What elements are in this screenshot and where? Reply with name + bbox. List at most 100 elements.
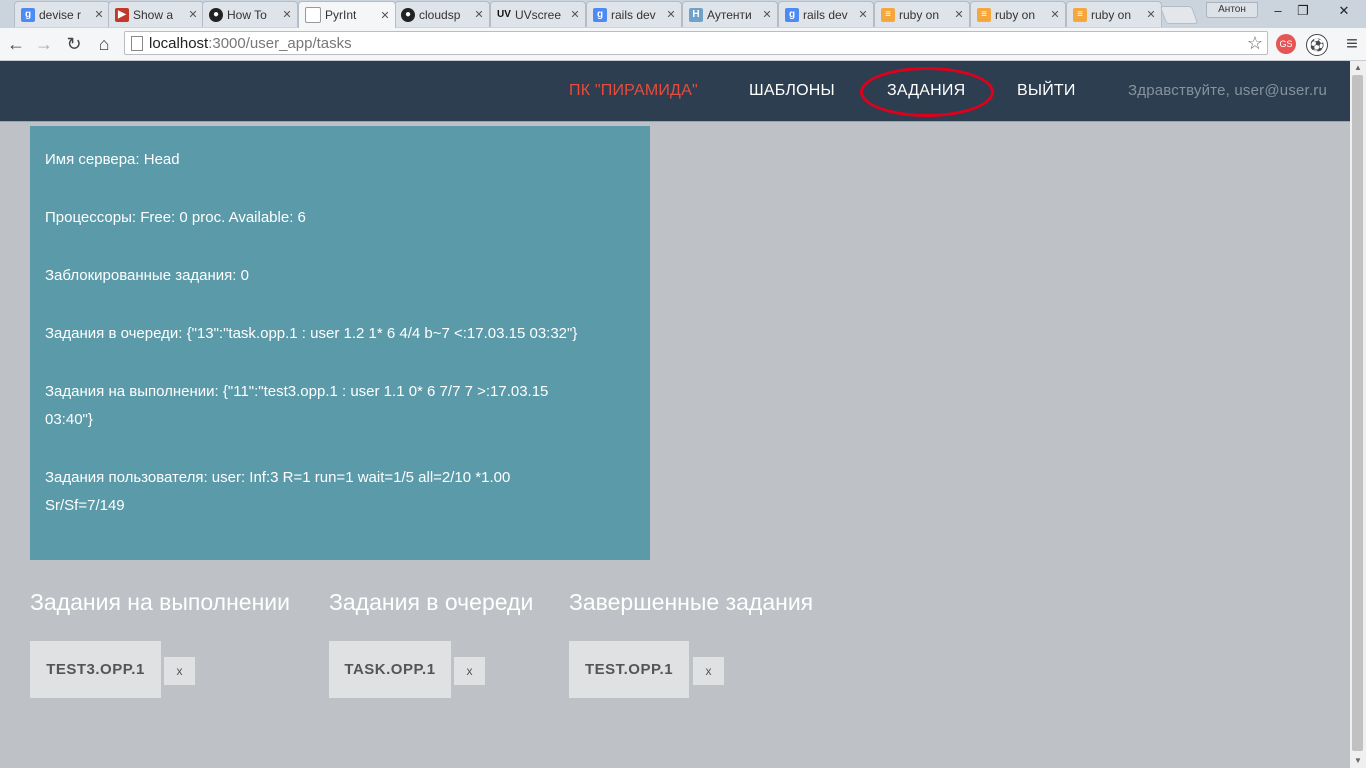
new-tab-button[interactable] [1159,6,1199,24]
browser-tab[interactable]: UV UVscree ✕ [490,1,586,27]
queued-tasks-title: Задания в очереди [329,589,534,615]
browser-tab[interactable]: ● How To ✕ [202,1,298,27]
google-icon: g [785,7,799,22]
tab-label: devise r [39,7,82,22]
browser-tab[interactable]: g rails dev ✕ [778,1,874,27]
close-icon[interactable]: ✕ [665,8,677,21]
browser-tab[interactable]: ≡ ruby on ✕ [970,1,1066,27]
close-icon[interactable]: ✕ [953,8,965,21]
blocked-row: Заблокированные задания: 0 [45,262,635,290]
scroll-down-icon[interactable]: ▼ [1354,756,1362,765]
forward-icon[interactable]: → [32,32,56,56]
restore-icon[interactable]: ❐ [1291,2,1315,20]
done-tasks-title: Завершенные задания [569,589,814,615]
tab-label: ruby on [995,7,1036,22]
queued-row: Задания в очереди: {"13":"task.opp.1 : u… [45,320,635,348]
stackoverflow-icon: ≡ [881,7,895,22]
address-bar[interactable]: localhost:3000/user_app/tasks ☆ [124,31,1268,55]
github-icon: ● [401,7,415,22]
running-task-button[interactable]: TEST3.OPP.1 [30,641,161,698]
browser-tab[interactable]: ≡ ruby on ✕ [874,1,970,27]
url-path: :3000/user_app/tasks [208,35,352,52]
extension-icon[interactable]: GS [1276,34,1296,54]
user-tasks-label: Задания пользователя: [45,469,208,486]
cpu-label: Процессоры: [45,209,137,226]
running-task-remove-button[interactable]: x [164,657,195,685]
menu-icon[interactable]: ≡ [1340,32,1364,56]
close-icon[interactable]: ✕ [281,8,293,21]
tab-label: How To [227,7,267,22]
back-icon[interactable]: ← [4,32,28,56]
url-text[interactable]: localhost:3000/user_app/tasks [149,35,352,52]
youtube-icon: ▶ [115,7,129,22]
user-tasks-row: Задания пользователя: user: Inf:3 R=1 ru… [45,464,565,520]
close-icon[interactable]: ✕ [1145,8,1157,21]
done-task-button[interactable]: TEST.OPP.1 [569,641,689,698]
running-tasks-title: Задания на выполнении [30,589,290,615]
close-icon[interactable]: ✕ [569,8,581,21]
profile-badge[interactable]: Антон [1206,2,1258,18]
google-icon: g [593,7,607,22]
close-window-icon[interactable]: ✕ [1326,2,1362,20]
google-icon: g [21,7,35,22]
browser-tabstrip: g devise r ✕ ▶ Show a ✕ ● How To ✕ PyrIn… [0,0,1366,28]
minimize-icon[interactable]: – [1266,2,1290,20]
nav-logout[interactable]: ВЫЙТИ [1017,61,1076,121]
queued-task-remove-button[interactable]: x [454,657,485,685]
browser-tab[interactable]: ≡ ruby on ✕ [1066,1,1162,27]
close-icon[interactable]: ✕ [473,8,485,21]
github-icon: ● [209,7,223,22]
server-info-panel: Имя сервера: Head Процессоры: Free: 0 pr… [30,126,650,560]
browser-tab[interactable]: ● cloudsp ✕ [394,1,490,27]
url-host: localhost [149,35,209,52]
close-icon[interactable]: ✕ [857,8,869,21]
habr-icon: H [689,7,703,22]
bookmark-star-icon[interactable]: ☆ [1247,32,1263,54]
queued-task-button[interactable]: TASK.OPP.1 [329,641,451,698]
browser-tab[interactable]: g devise r ✕ [14,1,110,27]
home-icon[interactable]: ⌂ [92,32,116,56]
running-row: Задания на выполнении: {"11":"test3.opp.… [45,378,585,434]
server-name-value: Head [139,151,180,168]
browser-tab[interactable]: ▶ Show a ✕ [108,1,204,27]
tab-label: ruby on [1091,7,1132,22]
cpu-row: Процессоры: Free: 0 proc. Available: 6 [45,204,635,232]
close-icon[interactable]: ✕ [379,9,391,22]
tab-label: PyrInt [325,8,357,22]
close-icon[interactable]: ✕ [1049,8,1061,21]
browser-tab[interactable]: g rails dev ✕ [586,1,682,27]
nav-templates[interactable]: ШАБЛОНЫ [749,61,835,121]
running-label: Задания на выполнении: [45,383,219,400]
uv-icon: UV [497,9,511,20]
server-name-label: Имя сервера: [45,151,140,168]
document-icon [305,7,321,23]
done-task-remove-button[interactable]: x [693,657,724,685]
server-name-row: Имя сервера: Head [45,146,635,174]
tab-label: rails dev [803,7,848,22]
page-viewport: ПК "ПИРАМИДА" ШАБЛОНЫ ЗАДАНИЯ ВЫЙТИ Здра… [0,61,1350,768]
reload-icon[interactable]: ↻ [62,32,86,56]
tab-label: Show a [133,7,174,22]
browser-tab-active[interactable]: PyrInt ✕ [298,1,396,28]
queued-label: Задания в очереди: [45,325,183,342]
close-icon[interactable]: ✕ [93,8,105,21]
scroll-up-icon[interactable]: ▲ [1354,63,1362,72]
tab-label: UVscree [515,7,562,22]
stackoverflow-icon: ≡ [1073,7,1087,22]
top-navbar: ПК "ПИРАМИДА" ШАБЛОНЫ ЗАДАНИЯ ВЫЙТИ Здра… [0,61,1350,122]
page-icon [131,36,143,51]
browser-tab[interactable]: H Аутенти ✕ [682,1,778,27]
close-icon[interactable]: ✕ [761,8,773,21]
highlight-circle [860,67,994,117]
vertical-scrollbar[interactable]: ▲ ▼ [1350,61,1366,768]
blocked-value: 0 [236,267,249,284]
blocked-label: Заблокированные задания: [45,267,237,284]
scrollbar-thumb[interactable] [1352,75,1363,751]
queued-value: {"13":"task.opp.1 : user 1.2 1* 6 4/4 b~… [182,325,578,342]
browser-toolbar: ← → ↻ ⌂ localhost:3000/user_app/tasks ☆ … [0,28,1366,61]
brand-link[interactable]: ПК "ПИРАМИДА" [569,61,698,121]
soccer-ball-icon[interactable]: ⚽ [1306,34,1328,56]
tab-label: rails dev [611,7,656,22]
close-icon[interactable]: ✕ [187,8,199,21]
user-greeting: Здравствуйте, user@user.ru [1128,82,1328,99]
